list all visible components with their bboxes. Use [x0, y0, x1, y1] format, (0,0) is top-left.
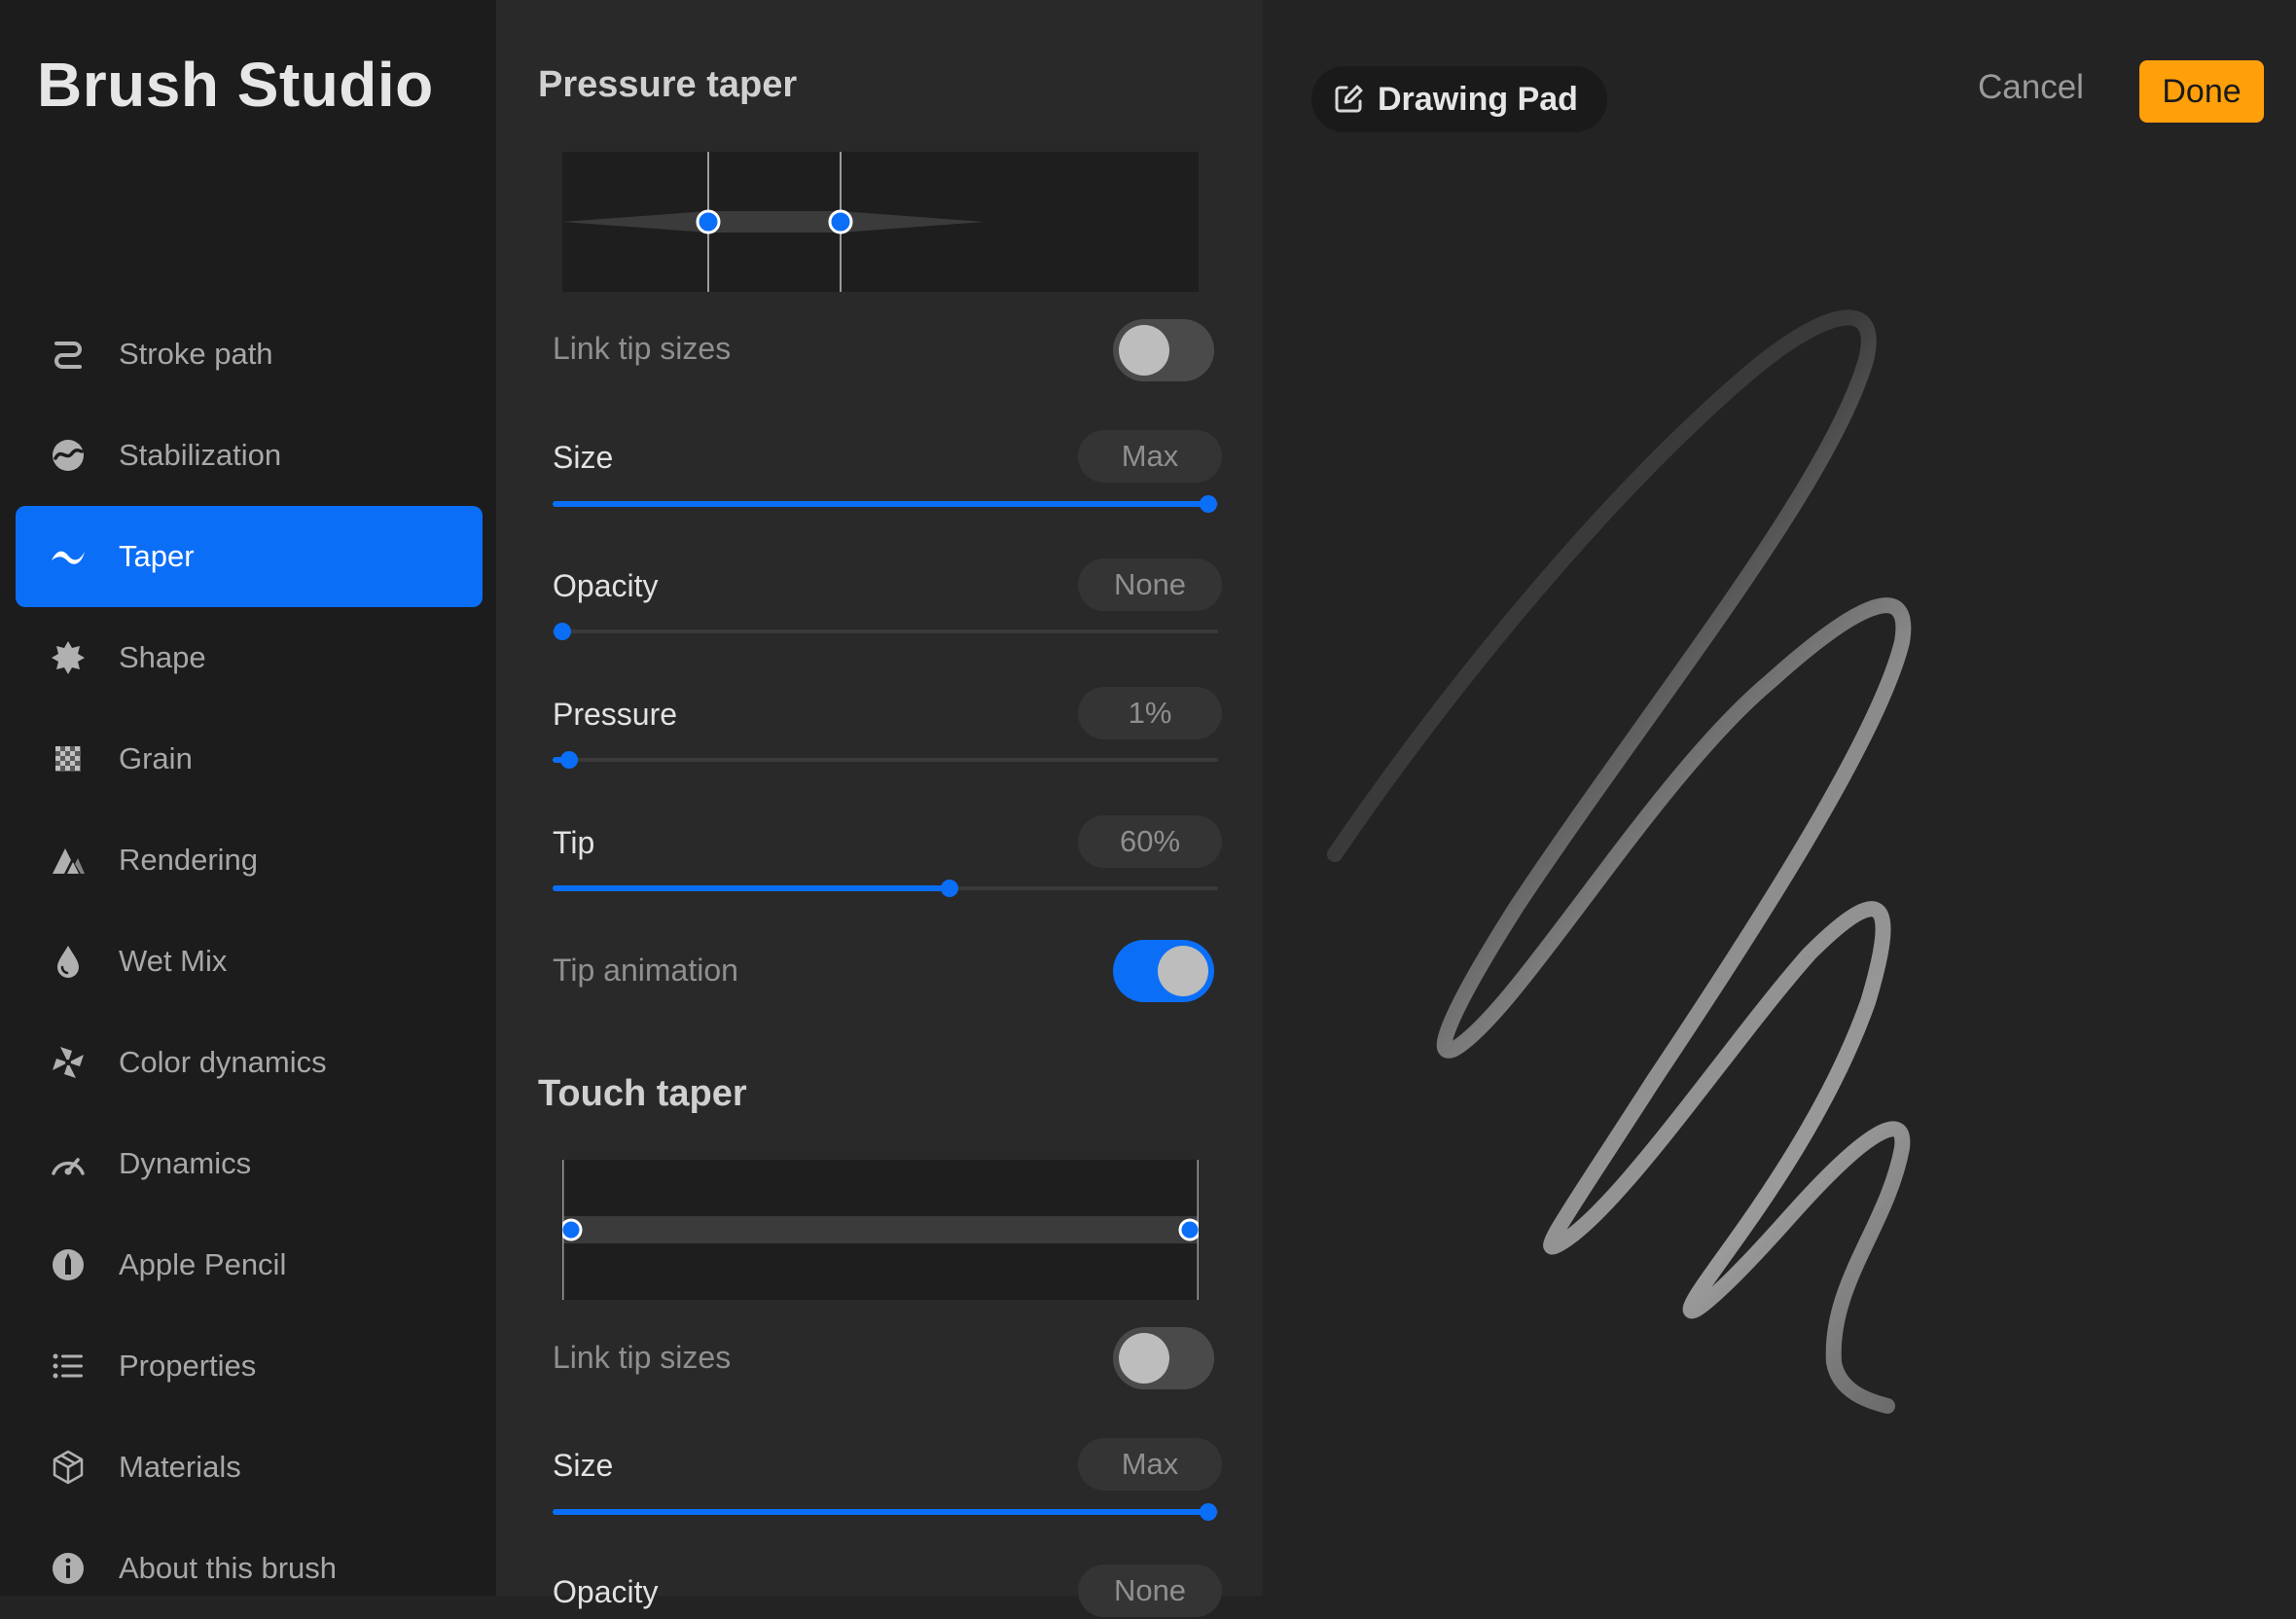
tip-animation-label: Tip animation [553, 953, 738, 988]
sidebar-item-label: Shape [119, 640, 206, 674]
pressure-tip-label: Tip [553, 825, 595, 860]
sidebar-item-rendering[interactable]: Rendering [16, 810, 483, 911]
info-icon [47, 1547, 90, 1590]
sidebar-item-label: Wet Mix [119, 944, 228, 978]
pressure-size-label: Size [553, 440, 614, 475]
slider-fill [553, 1509, 1208, 1515]
sidebar-item-dynamics[interactable]: Dynamics [16, 1113, 483, 1214]
pressure-taper-editor[interactable] [562, 152, 1199, 292]
taper-icon [47, 535, 90, 578]
sidebar-item-wet-mix[interactable]: Wet Mix [16, 911, 483, 1012]
pressure-opacity-slider[interactable] [553, 617, 1218, 646]
tip-animation-toggle[interactable] [1113, 940, 1214, 1002]
grain-icon [47, 738, 90, 780]
pressure-taper-shape [562, 211, 985, 233]
pressure-size-slider[interactable] [553, 489, 1218, 519]
touch-taper-start-handle[interactable] [562, 1218, 583, 1241]
touch-opacity-value[interactable]: None [1078, 1565, 1222, 1617]
sidebar-item-about-this-brush[interactable]: About this brush [16, 1518, 483, 1619]
touch-link-tip-sizes-label: Link tip sizes [553, 1340, 732, 1375]
sidebar-item-apple-pencil[interactable]: Apple Pencil [16, 1214, 483, 1315]
sidebar-item-label: Grain [119, 741, 193, 775]
pressure-pressure-slider[interactable] [553, 745, 1218, 774]
sidebar-item-shape[interactable]: Shape [16, 607, 483, 708]
pressure-taper-start-handle[interactable] [696, 209, 721, 234]
shape-icon [47, 636, 90, 679]
touch-taper-end-handle[interactable] [1178, 1218, 1199, 1241]
sidebar-item-taper[interactable]: Taper [16, 506, 483, 607]
touch-taper-title: Touch taper [538, 1073, 747, 1114]
sidebar-item-stabilization[interactable]: Stabilization [16, 405, 483, 506]
touch-size-value[interactable]: Max [1078, 1438, 1222, 1491]
materials-icon [47, 1446, 90, 1489]
sidebar-item-label: Stroke path [119, 337, 273, 371]
drawing-pad-canvas[interactable]: Drawing Pad Cancel Done [1263, 0, 2296, 1596]
sidebar-item-grain[interactable]: Grain [16, 708, 483, 810]
slider-fill [553, 501, 1208, 507]
sidebar-item-label: Dynamics [119, 1146, 252, 1180]
nav-list: Stroke path Stabilization Taper Shape Gr… [16, 304, 483, 1619]
app-title: Brush Studio [37, 50, 434, 120]
brush-preview-stroke [1327, 309, 1912, 1414]
rendering-icon [47, 839, 90, 881]
pressure-taper-title: Pressure taper [538, 64, 798, 105]
pressure-opacity-value[interactable]: None [1078, 558, 1222, 611]
sidebar-item-label: Apple Pencil [119, 1247, 287, 1281]
slider-thumb[interactable] [554, 623, 572, 640]
pressure-tip-slider[interactable] [553, 874, 1218, 903]
taper-settings-panel: Pressure taper Link tip sizes Size Max O… [496, 0, 1263, 1617]
touch-link-tip-sizes-toggle[interactable] [1113, 1327, 1214, 1389]
slider-track [553, 630, 1218, 633]
touch-opacity-label: Opacity [553, 1574, 659, 1609]
sidebar-item-label: Properties [119, 1349, 257, 1383]
stroke-path-icon [47, 333, 90, 376]
sidebar-item-label: Rendering [119, 843, 259, 877]
sidebar-item-label: Materials [119, 1450, 241, 1484]
sidebar-item-label: Taper [119, 539, 195, 573]
pressure-taper-end-handle[interactable] [828, 209, 853, 234]
pressure-link-tip-sizes-toggle[interactable] [1113, 319, 1214, 381]
color-dynamics-icon [47, 1041, 90, 1084]
wet-mix-icon [47, 940, 90, 983]
pressure-size-value[interactable]: Max [1078, 430, 1222, 483]
stabilization-icon [47, 434, 90, 477]
sidebar-item-properties[interactable]: Properties [16, 1315, 483, 1417]
sidebar-item-label: Stabilization [119, 438, 282, 472]
touch-taper-shape [562, 1216, 1199, 1243]
touch-size-slider[interactable] [553, 1497, 1218, 1527]
sidebar: Brush Studio Stroke path Stabilization T… [0, 0, 496, 1596]
pressure-opacity-label: Opacity [553, 568, 659, 603]
dynamics-icon [47, 1142, 90, 1185]
toggle-knob [1119, 1333, 1169, 1384]
slider-thumb[interactable] [941, 880, 959, 897]
sidebar-item-label: Color dynamics [119, 1045, 327, 1079]
pressure-pressure-label: Pressure [553, 697, 678, 732]
slider-track [553, 758, 1218, 762]
sidebar-item-materials[interactable]: Materials [16, 1417, 483, 1518]
touch-size-label: Size [553, 1448, 614, 1483]
pressure-tip-value[interactable]: 60% [1078, 815, 1222, 868]
toggle-knob [1158, 946, 1208, 996]
properties-icon [47, 1345, 90, 1387]
sidebar-item-color-dynamics[interactable]: Color dynamics [16, 1012, 483, 1113]
slider-thumb[interactable] [559, 751, 578, 769]
slider-thumb[interactable] [1199, 1503, 1217, 1521]
apple-pencil-icon [47, 1243, 90, 1286]
slider-thumb[interactable] [1199, 495, 1217, 513]
slider-fill [553, 885, 951, 891]
touch-taper-editor[interactable] [562, 1160, 1199, 1300]
pressure-link-tip-sizes-label: Link tip sizes [553, 331, 732, 366]
sidebar-item-stroke-path[interactable]: Stroke path [16, 304, 483, 405]
sidebar-item-label: About this brush [119, 1551, 338, 1585]
pressure-pressure-value[interactable]: 1% [1078, 687, 1222, 739]
toggle-knob [1119, 325, 1169, 376]
